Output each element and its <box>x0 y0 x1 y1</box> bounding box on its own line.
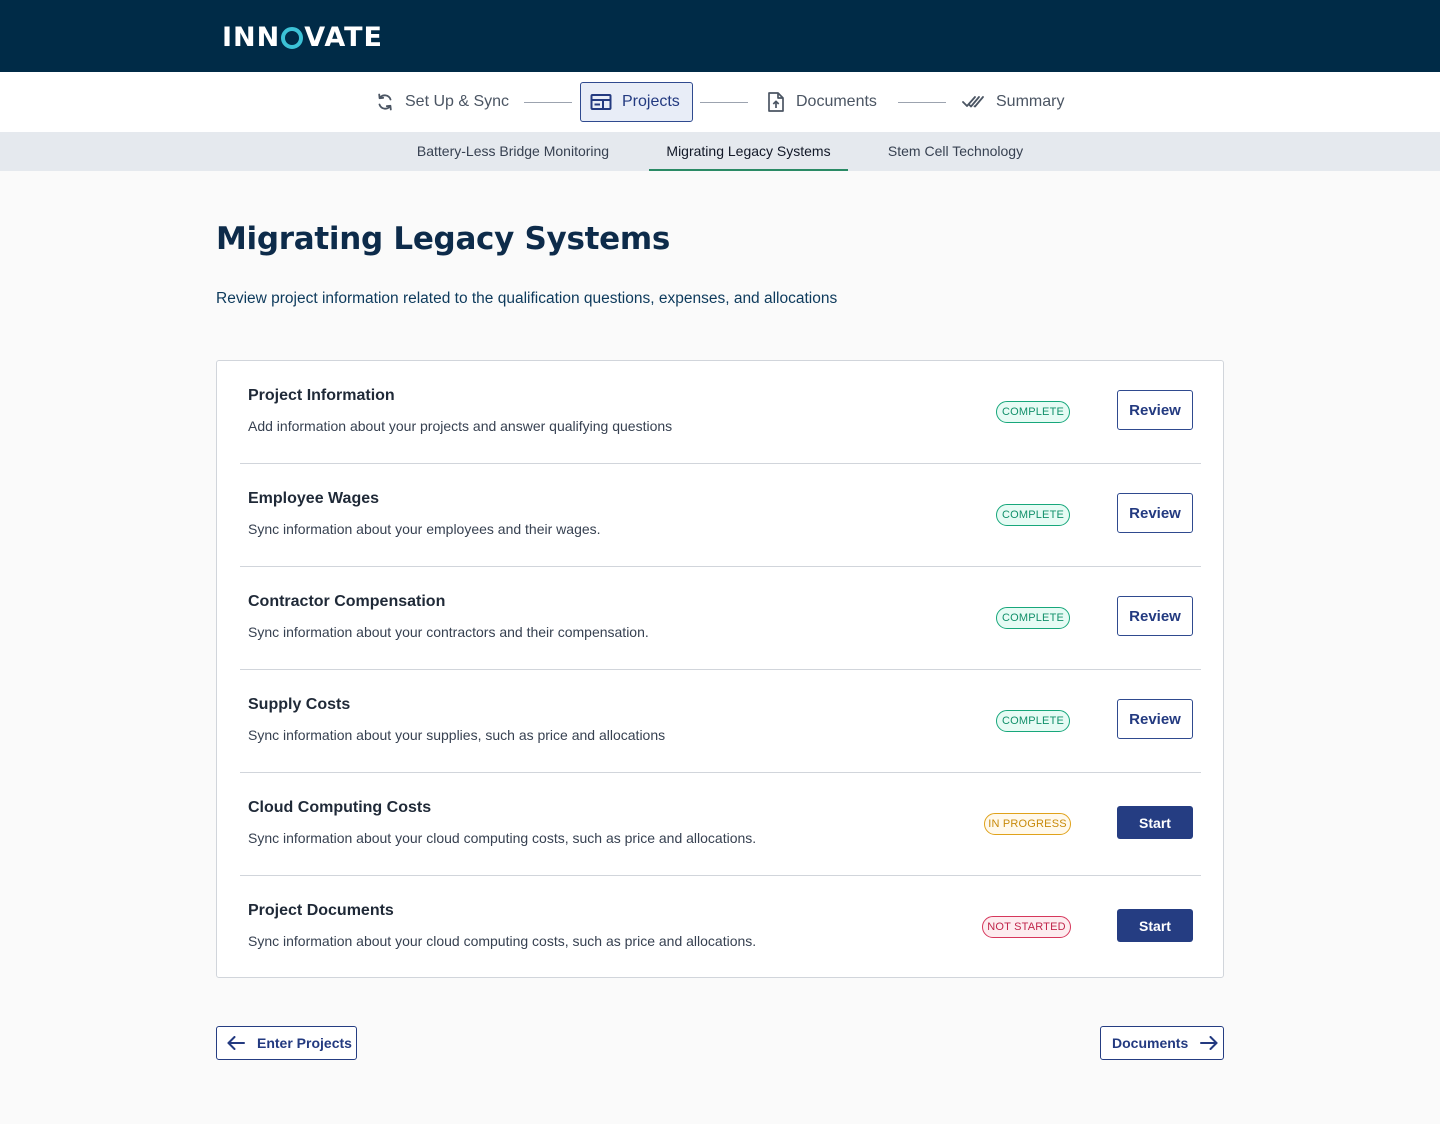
section-description: Add information about your projects and … <box>248 418 673 434</box>
section-description: Sync information about your contractors … <box>248 624 649 640</box>
step-documents[interactable]: Documents <box>766 82 877 122</box>
step-label: Set Up & Sync <box>405 93 510 110</box>
back-button-label: Enter Projects <box>257 1035 352 1051</box>
section-row: Supply Costs Sync information about your… <box>240 670 1201 773</box>
start-button[interactable]: Start <box>1117 909 1193 942</box>
logo-ring-icon <box>281 27 304 49</box>
sections-card: Project Information Add information abou… <box>216 360 1224 978</box>
double-check-icon <box>962 96 984 108</box>
step-connector <box>898 102 946 103</box>
step-summary[interactable]: Summary <box>962 82 1064 122</box>
section-title: Supply Costs <box>248 696 351 713</box>
arrow-right-icon <box>1200 1036 1218 1050</box>
logo-text-start: INN <box>222 21 281 53</box>
step-connector <box>524 102 572 103</box>
tab-stem-cell-technology[interactable]: Stem Cell Technology <box>875 132 1036 171</box>
review-button[interactable]: Review <box>1117 390 1193 430</box>
page-subtitle: Review project information related to th… <box>216 290 838 307</box>
section-title: Employee Wages <box>248 490 380 507</box>
status-badge: COMPLETE <box>996 401 1070 423</box>
logo-text-end: VATE <box>304 21 383 53</box>
status-badge: NOT STARTED <box>982 916 1071 938</box>
section-title: Project Documents <box>248 902 394 919</box>
review-button[interactable]: Review <box>1117 699 1193 739</box>
status-badge: COMPLETE <box>996 710 1070 732</box>
section-description: Sync information about your supplies, su… <box>248 727 666 743</box>
tab-battery-less-bridge-monitoring[interactable]: Battery-Less Bridge Monitoring <box>404 132 622 171</box>
review-button[interactable]: Review <box>1117 596 1193 636</box>
start-button[interactable]: Start <box>1117 806 1193 839</box>
next-button[interactable]: Documents <box>1100 1026 1224 1060</box>
section-row: Project Information Add information abou… <box>240 361 1201 464</box>
section-title: Project Information <box>248 387 395 404</box>
back-button[interactable]: Enter Projects <box>216 1026 357 1060</box>
step-label: Documents <box>796 93 877 110</box>
section-row: Employee Wages Sync information about yo… <box>240 464 1201 567</box>
next-button-label: Documents <box>1112 1035 1189 1051</box>
project-tabs: Battery-Less Bridge Monitoring Migrating… <box>0 132 1440 171</box>
step-projects[interactable]: Projects <box>580 82 693 122</box>
progress-stepper: Set Up & Sync Projects Documents Summary <box>0 72 1440 132</box>
arrow-left-icon <box>227 1036 245 1050</box>
innovate-logo[interactable]: INN VATE <box>222 20 383 54</box>
section-description: Sync information about your cloud comput… <box>248 830 757 846</box>
document-upload-icon <box>768 92 784 112</box>
step-setup-sync[interactable]: Set Up & Sync <box>375 82 509 122</box>
step-label: Summary <box>996 93 1065 110</box>
section-description: Sync information about your employees an… <box>248 521 601 537</box>
section-title: Cloud Computing Costs <box>248 799 432 816</box>
section-row: Contractor Compensation Sync information… <box>240 567 1201 670</box>
review-button[interactable]: Review <box>1117 493 1193 533</box>
section-row: Cloud Computing Costs Sync information a… <box>240 773 1201 876</box>
section-row: Project Documents Sync information about… <box>240 876 1201 979</box>
sync-icon <box>378 93 392 111</box>
page-title: Migrating Legacy Systems <box>216 221 671 257</box>
section-description: Sync information about your cloud comput… <box>248 933 757 949</box>
status-badge: COMPLETE <box>996 504 1070 526</box>
projects-icon <box>590 94 612 110</box>
top-bar: INN VATE <box>0 0 1440 72</box>
section-title: Contractor Compensation <box>248 593 446 610</box>
step-label: Projects <box>622 93 680 110</box>
status-badge: COMPLETE <box>996 607 1070 629</box>
tab-migrating-legacy-systems[interactable]: Migrating Legacy Systems <box>649 132 848 171</box>
step-connector <box>700 102 748 103</box>
status-badge: IN PROGRESS <box>984 813 1071 835</box>
